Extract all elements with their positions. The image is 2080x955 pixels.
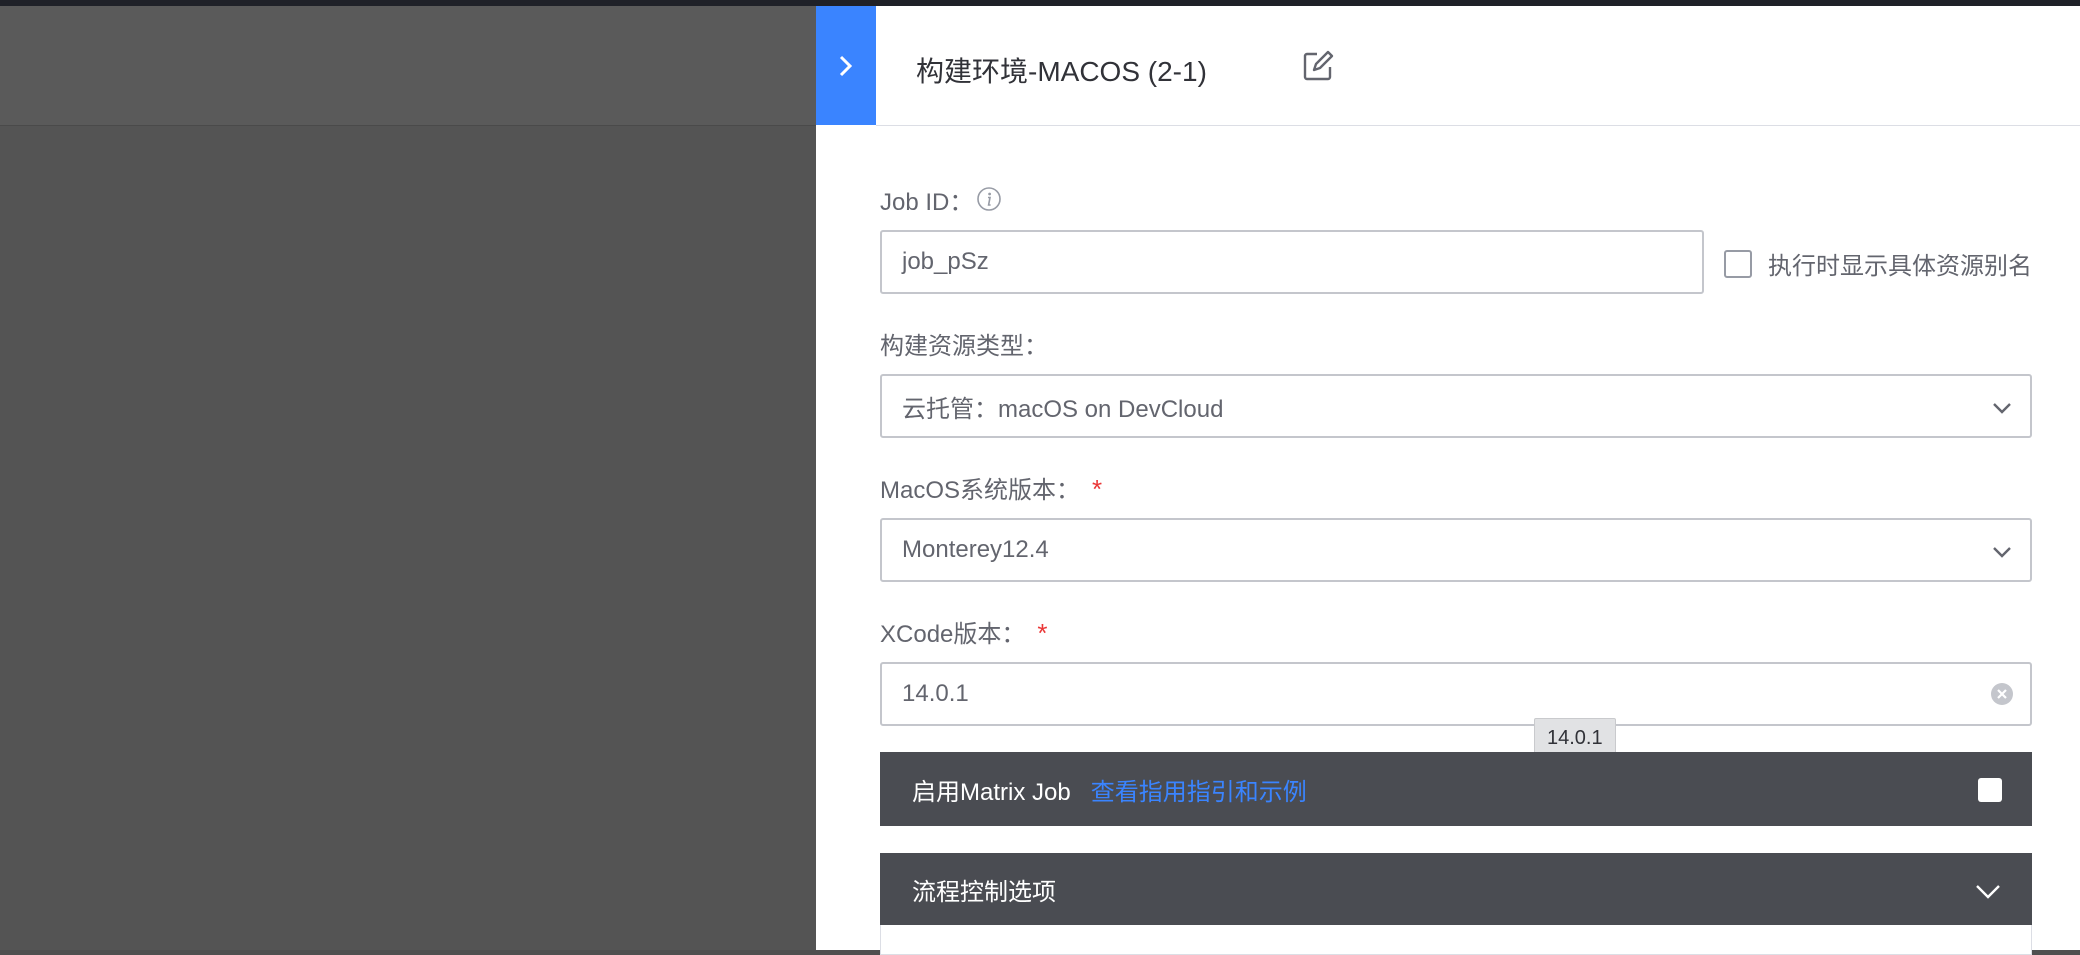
clear-icon[interactable] xyxy=(1990,682,2014,706)
macos-version-label-text: MacOS系统版本： xyxy=(880,477,1081,504)
panel-header: 构建环境-MACOS (2-1) xyxy=(876,6,2080,126)
flow-control-section[interactable]: 流程控制选项 xyxy=(880,853,2032,925)
show-alias-checkbox[interactable]: 执行时显示具体资源别名 xyxy=(1724,246,2032,281)
matrix-job-checkbox[interactable] xyxy=(1978,778,2002,802)
checkbox-icon[interactable] xyxy=(1724,249,1752,278)
xcode-version-value: 14.0.1 xyxy=(902,680,969,707)
resource-type-value: 云托管：macOS on DevCloud xyxy=(902,395,1224,423)
background-overlay-header xyxy=(0,6,816,126)
macos-version-label: MacOS系统版本： * xyxy=(880,470,1102,505)
edit-icon[interactable] xyxy=(1302,50,1334,82)
flow-control-body xyxy=(880,925,2032,955)
required-mark: * xyxy=(1092,474,1103,504)
matrix-job-guide-link[interactable]: 查看指用指引和示例 xyxy=(1091,772,1307,807)
resource-type-label: 构建资源类型： xyxy=(880,333,1048,360)
panel-title: 构建环境-MACOS (2-1) xyxy=(916,56,1207,87)
chevron-down-icon xyxy=(1993,403,2011,414)
collapse-panel-button[interactable] xyxy=(816,6,876,125)
xcode-version-label-text: XCode版本： xyxy=(880,621,1026,648)
required-mark: * xyxy=(1037,618,1048,648)
macos-version-value: Monterey12.4 xyxy=(902,536,1049,563)
chevron-right-icon xyxy=(839,55,853,76)
chevron-down-icon[interactable] xyxy=(1974,877,2002,905)
info-icon[interactable] xyxy=(976,186,1002,212)
job-id-input[interactable]: job_pSz xyxy=(880,230,1704,294)
macos-version-select[interactable]: Monterey12.4 xyxy=(880,518,2032,582)
resource-type-select[interactable]: 云托管：macOS on DevCloud xyxy=(880,374,2032,438)
matrix-job-section: 启用Matrix Job 查看指用指引和示例 xyxy=(880,752,2032,826)
matrix-job-label: 启用Matrix Job xyxy=(912,778,1071,806)
background-overlay[interactable] xyxy=(0,6,816,950)
xcode-version-label: XCode版本： * xyxy=(880,614,1048,649)
xcode-version-select[interactable]: 14.0.1 xyxy=(880,662,2032,726)
flow-control-label: 流程控制选项 xyxy=(912,878,1056,906)
side-panel: 构建环境-MACOS (2-1) Job ID： job_pSz 执行时显示具体… xyxy=(816,6,2080,955)
show-alias-label: 执行时显示具体资源别名 xyxy=(1768,253,2032,280)
job-id-value: job_pSz xyxy=(902,248,989,275)
job-id-label: Job ID： xyxy=(880,189,974,216)
chevron-down-icon xyxy=(1993,547,2011,558)
